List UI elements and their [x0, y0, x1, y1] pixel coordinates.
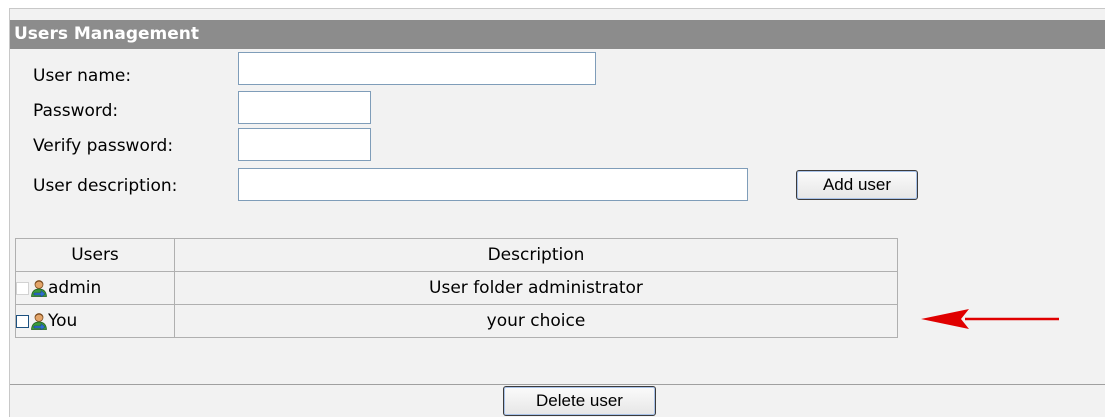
panel-title: Users Management [10, 20, 1105, 49]
arrow-left-icon [921, 309, 1059, 329]
verify-password-input[interactable] [238, 128, 371, 161]
user-description-input[interactable] [238, 168, 748, 201]
table-row: admin User folder administrator [15, 271, 898, 305]
user-cell: admin [15, 271, 175, 305]
description-column-header: Description [174, 238, 898, 272]
user-select-checkbox [16, 281, 29, 295]
table-row: You your choice [15, 304, 898, 338]
username-text: You [48, 311, 78, 331]
user-select-checkbox[interactable] [16, 314, 29, 328]
user-icon [30, 312, 48, 331]
user-icon [30, 279, 48, 298]
description-cell: your choice [174, 304, 898, 338]
verify-password-label: Verify password: [33, 136, 174, 156]
username-text: admin [48, 278, 102, 298]
footer-divider [10, 384, 1105, 385]
user-description-label: User description: [33, 176, 178, 196]
delete-user-button[interactable]: Delete user [503, 386, 656, 416]
users-management-panel: Users Management User name: Password: Ve… [9, 8, 1105, 417]
table-header-row: Users Description [15, 238, 898, 272]
username-label: User name: [33, 66, 132, 86]
password-input[interactable] [238, 91, 371, 124]
password-label: Password: [33, 101, 119, 121]
users-table: Users Description admin User folder admi… [15, 238, 898, 338]
description-cell: User folder administrator [174, 271, 898, 305]
users-column-header: Users [15, 238, 175, 272]
add-user-button[interactable]: Add user [796, 170, 918, 200]
username-input[interactable] [238, 52, 596, 85]
user-cell: You [15, 304, 175, 338]
